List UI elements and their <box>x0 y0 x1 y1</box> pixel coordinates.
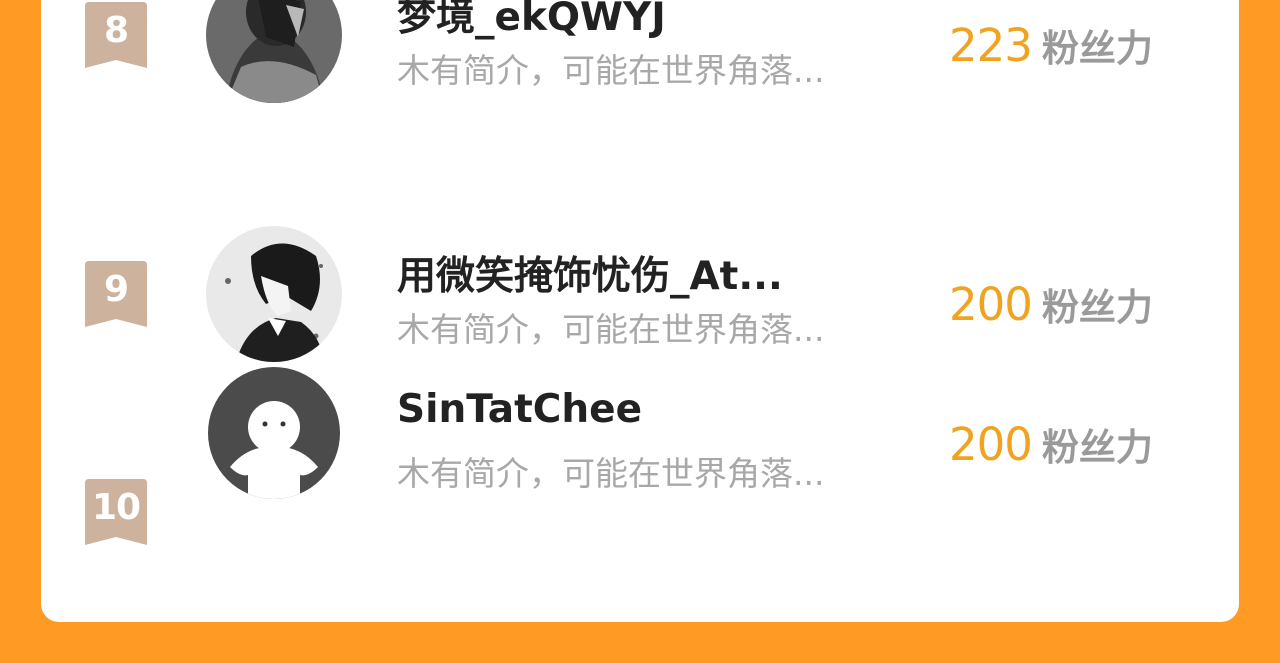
rank-badge: 10 <box>85 479 147 545</box>
rank-badge: 8 <box>85 2 147 68</box>
ranking-row[interactable]: 9 用微笑掩饰忧伤_At... 木有简介，可能在世界角落... 200 粉丝力 <box>41 219 1239 362</box>
user-description: 木有简介，可能在世界角落... <box>397 454 825 493</box>
avatar-default-person-icon[interactable] <box>208 367 340 499</box>
fans-info: 200 粉丝力 <box>949 277 1153 331</box>
fans-label: 粉丝力 <box>1041 286 1153 329</box>
fans-count: 223 <box>949 19 1033 72</box>
rank-badge: 9 <box>85 261 147 327</box>
fans-info: 200 粉丝力 <box>949 417 1153 471</box>
avatar-dark-haired-figure-icon[interactable] <box>206 0 342 103</box>
ranking-row[interactable]: 10 SinTatChee 木有简介，可能在世界角落... 200 粉丝力 <box>41 367 1239 577</box>
fans-count: 200 <box>949 418 1033 471</box>
fans-info: 223 粉丝力 <box>949 18 1153 72</box>
user-name[interactable]: 用微笑掩饰忧伤_At... <box>397 245 783 301</box>
fans-label: 粉丝力 <box>1041 426 1153 469</box>
user-name[interactable]: 梦境_ekQWYJ <box>397 0 666 42</box>
avatar-anime-boy-icon[interactable] <box>206 226 342 362</box>
rank-number: 8 <box>103 10 129 51</box>
fans-count: 200 <box>949 278 1033 331</box>
ranking-card: 8 梦境_ekQWYJ 木有简介，可能在世界角落... 223 粉丝力 9 用微… <box>41 0 1239 622</box>
rank-number: 10 <box>91 487 141 528</box>
user-description: 木有简介，可能在世界角落... <box>397 310 825 349</box>
ranking-row[interactable]: 8 梦境_ekQWYJ 木有简介，可能在世界角落... 223 粉丝力 <box>41 0 1239 103</box>
user-name[interactable]: SinTatChee <box>397 387 642 432</box>
fans-label: 粉丝力 <box>1041 27 1153 70</box>
user-description: 木有简介，可能在世界角落... <box>397 51 825 90</box>
rank-number: 9 <box>103 269 129 310</box>
